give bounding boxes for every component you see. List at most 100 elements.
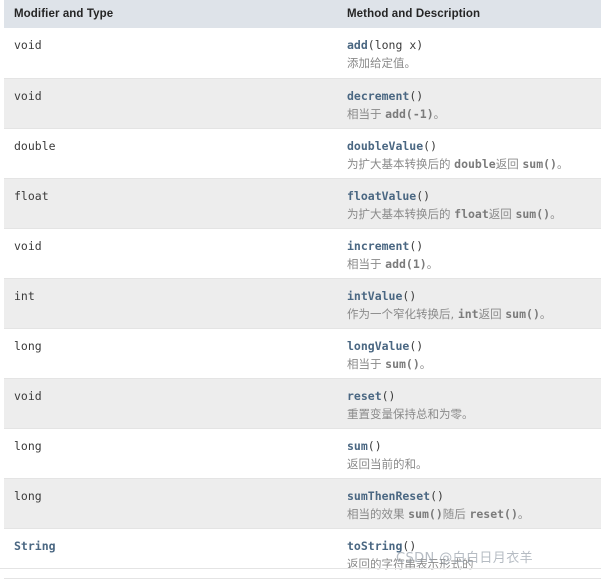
method-description: 为扩大基本转换后的 float返回 sum()。: [347, 206, 597, 222]
description-text-fragment: 相当于: [347, 106, 386, 121]
description-text-fragment: 。: [433, 106, 446, 121]
description-code-fragment: sum(): [385, 356, 420, 371]
table-header: Modifier and Type Method and Description: [0, 0, 601, 28]
method-description: 添加给定值。: [347, 55, 597, 71]
method-name-link[interactable]: add: [347, 38, 368, 52]
table-row: int intValue() 作为一个窄化转换后, int返回 sum()。: [0, 278, 601, 329]
description-text-fragment: 返回: [478, 306, 506, 321]
cell-modifier-and-type: long: [0, 428, 340, 479]
description-text-fragment: 。: [419, 356, 432, 371]
description-text-fragment: 。: [426, 256, 439, 271]
description-text-fragment: 。: [517, 506, 530, 521]
method-arguments: (): [409, 338, 424, 353]
description-code-fragment: double: [454, 156, 496, 171]
type-text: long: [14, 338, 42, 353]
method-block: reset() 重置变量保持总和为零。: [340, 379, 601, 422]
cell-method-and-description: floatValue() 为扩大基本转换后的 float返回 sum()。: [340, 178, 601, 229]
table-body: void add(long x) 添加给定值。 void decrement() 相当于 …: [0, 28, 601, 579]
method-description: 相当的效果 sum()随后 reset()。: [347, 506, 597, 522]
table-row: void add(long x) 添加给定值。: [0, 28, 601, 79]
method-description: 返回当前的和。: [347, 456, 597, 472]
method-arguments: (long x): [367, 38, 424, 52]
javadoc-method-summary: Modifier and Type Method and Description…: [0, 0, 601, 579]
description-text-fragment: 返回: [495, 156, 523, 171]
description-code-fragment: int: [457, 306, 479, 321]
cell-method-and-description: decrement() 相当于 add(-1)。: [340, 78, 601, 129]
method-block: sum() 返回当前的和。: [340, 429, 601, 472]
method-name-link[interactable]: doubleValue: [347, 139, 423, 153]
description-text-fragment: 相当于: [347, 356, 386, 371]
description-text-fragment: 。: [556, 156, 569, 171]
method-signature: decrement(): [347, 88, 597, 104]
table-header-row: Modifier and Type Method and Description: [0, 0, 601, 28]
method-arguments: (): [402, 288, 417, 303]
description-code-fragment: sum(): [515, 206, 551, 221]
method-arguments: (): [381, 388, 396, 403]
cell-modifier-and-type: String: [0, 528, 340, 579]
type-text: double: [14, 138, 56, 153]
description-text-fragment: 。: [550, 206, 562, 221]
type-text: void: [14, 388, 42, 403]
method-signature: intValue(): [347, 288, 597, 304]
method-name-link[interactable]: sumThenReset: [347, 489, 430, 503]
cell-method-and-description: intValue() 作为一个窄化转换后, int返回 sum()。: [340, 278, 601, 329]
description-code-fragment: reset(): [469, 506, 518, 521]
description-text-fragment: 随后: [442, 506, 470, 521]
table-row: long sum() 返回当前的和。: [0, 428, 601, 479]
cell-method-and-description: doubleValue() 为扩大基本转换后的 double返回 sum()。: [340, 128, 601, 179]
cell-method-and-description: toString() 返回的字符串表示形式的: [340, 528, 601, 579]
table-row: String toString() 返回的字符串表示形式的: [0, 528, 601, 579]
method-name-link[interactable]: floatValue: [347, 189, 416, 203]
cell-method-and-description: reset() 重置变量保持总和为零。: [340, 378, 601, 429]
table-bottom-border: [0, 568, 601, 569]
method-arguments: (): [367, 438, 382, 453]
method-name-link[interactable]: toString: [347, 539, 402, 553]
description-text-fragment: 作为一个窄化转换后,: [347, 306, 458, 321]
description-code-fragment: float: [454, 206, 489, 221]
cell-method-and-description: sum() 返回当前的和。: [340, 428, 601, 479]
method-signature: reset(): [347, 388, 597, 404]
cell-modifier-and-type: float: [0, 178, 340, 229]
type-text: void: [14, 238, 42, 253]
type-text: void: [14, 38, 42, 52]
method-name-link[interactable]: longValue: [347, 339, 409, 353]
type-text: long: [14, 438, 42, 453]
method-block: sumThenReset() 相当的效果 sum()随后 reset()。: [340, 479, 601, 522]
method-signature: floatValue(): [347, 188, 597, 204]
cell-modifier-and-type: void: [0, 28, 340, 79]
method-block: floatValue() 为扩大基本转换后的 float返回 sum()。: [340, 179, 601, 222]
table-row: void reset() 重置变量保持总和为零。: [0, 378, 601, 429]
type-link[interactable]: String: [4, 529, 340, 554]
method-arguments: (): [409, 88, 424, 103]
method-name-link[interactable]: decrement: [347, 89, 409, 103]
method-signature: sum(): [347, 438, 597, 454]
method-name-link[interactable]: reset: [347, 389, 382, 403]
method-name-link[interactable]: increment: [347, 239, 409, 253]
method-description: 为扩大基本转换后的 double返回 sum()。: [347, 156, 597, 172]
table-row: float floatValue() 为扩大基本转换后的 float返回 sum()…: [0, 178, 601, 229]
method-name-link[interactable]: intValue: [347, 289, 402, 303]
table-row: void increment() 相当于 add(1)。: [0, 228, 601, 279]
table-row: long longValue() 相当于 sum()。: [0, 328, 601, 379]
method-block: toString() 返回的字符串表示形式的: [340, 529, 601, 572]
description-text-fragment: 相当于: [347, 256, 386, 271]
description-code-fragment: sum(): [408, 506, 443, 521]
table-row: long sumThenReset() 相当的效果 sum()随后 reset()。: [0, 478, 601, 529]
method-description: 作为一个窄化转换后, int返回 sum()。: [347, 306, 597, 322]
cell-method-and-description: sumThenReset() 相当的效果 sum()随后 reset()。: [340, 478, 601, 529]
method-arguments: (): [416, 188, 431, 203]
cell-modifier-and-type: double: [0, 128, 340, 179]
method-summary-table: Modifier and Type Method and Description…: [0, 0, 601, 579]
table-row: double doubleValue() 为扩大基本转换后的 double返回 su…: [0, 128, 601, 179]
method-name-link[interactable]: sum: [347, 439, 368, 453]
cell-modifier-and-type: long: [0, 478, 340, 529]
description-code-fragment: add(-1): [385, 106, 434, 121]
cell-modifier-and-type: void: [0, 378, 340, 429]
cell-modifier-and-type: long: [0, 328, 340, 379]
method-description: 重置变量保持总和为零。: [347, 406, 597, 422]
method-signature: add(long x): [347, 37, 597, 53]
method-signature: doubleValue(): [347, 138, 597, 154]
type-text: void: [14, 88, 42, 103]
description-text-fragment: 添加给定值。: [347, 56, 416, 70]
description-text-fragment: 。: [539, 306, 552, 321]
